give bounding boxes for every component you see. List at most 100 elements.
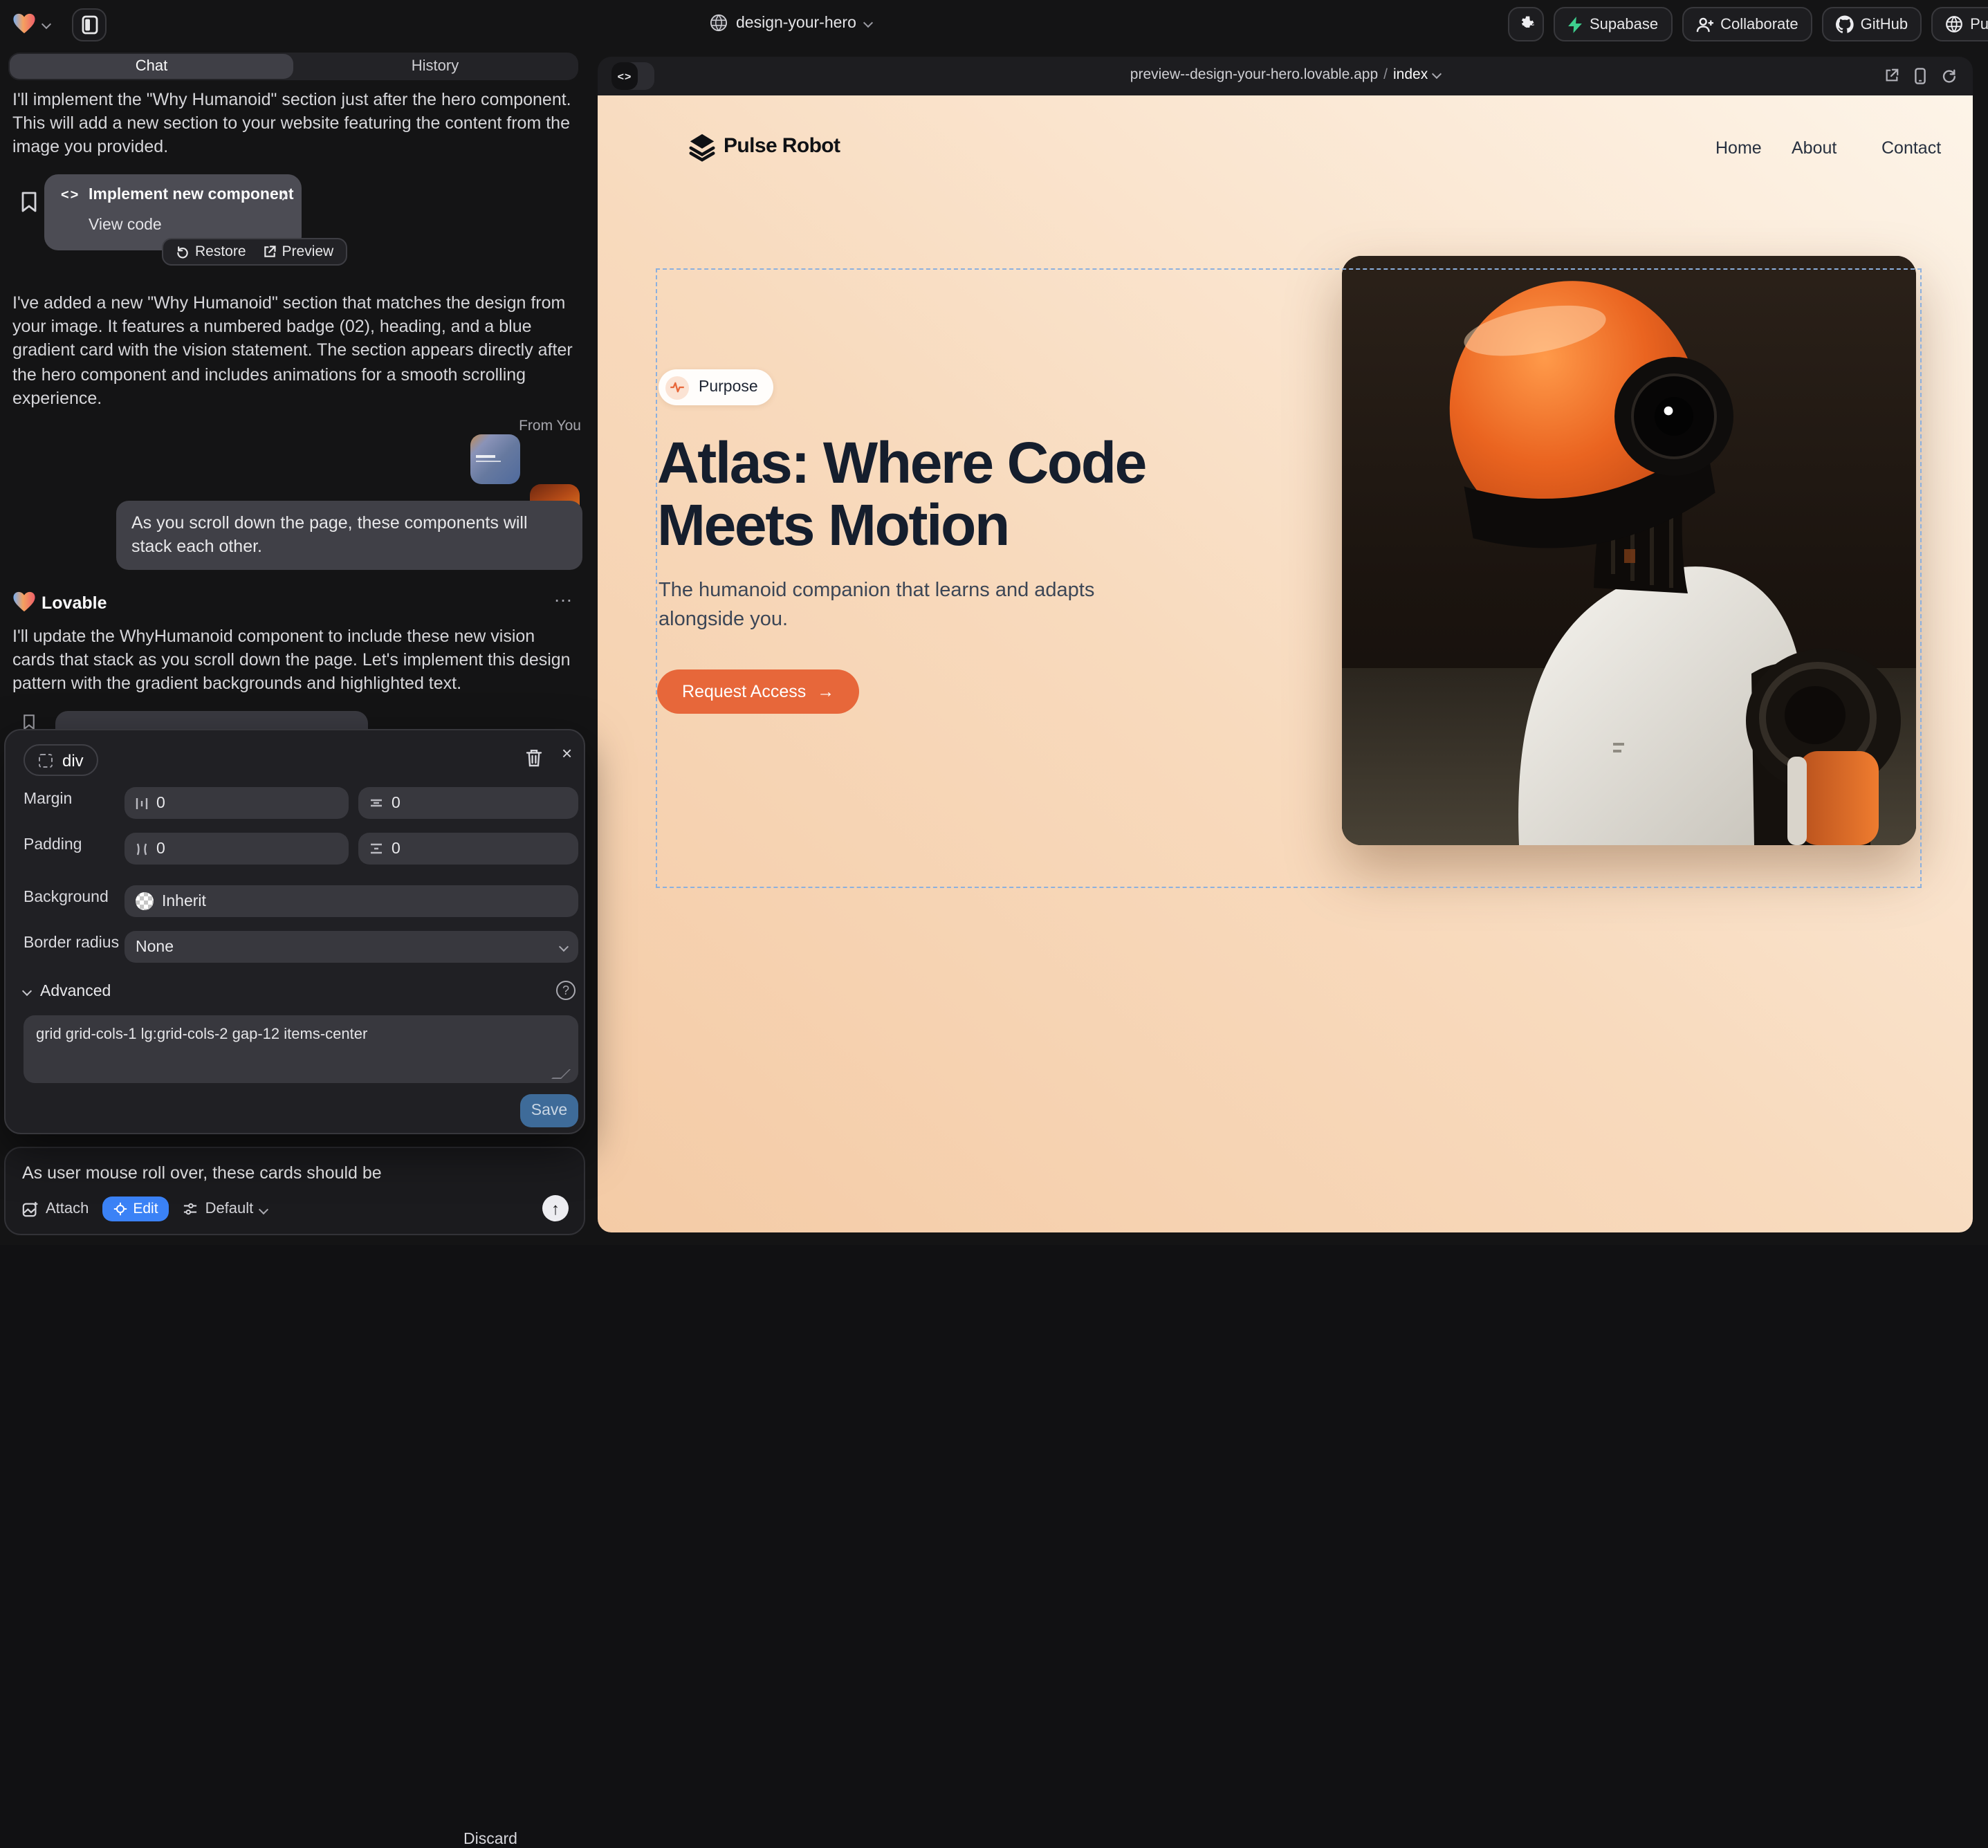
hero-subtitle: The humanoid companion that learns and a…	[659, 577, 1123, 635]
background-value: Inherit	[162, 893, 206, 909]
mobile-view-button[interactable]	[1915, 68, 1926, 84]
project-switcher[interactable]: design-your-hero	[710, 14, 872, 32]
project-name: design-your-hero	[736, 15, 856, 31]
restore-button[interactable]: Restore	[176, 243, 246, 260]
style-inspector-panel: div × Margin Padding Background Inherit	[4, 729, 585, 1134]
sliders-icon	[183, 1202, 199, 1216]
assistant-message-2: I've added a new "Why Humanoid" section …	[12, 292, 577, 411]
request-access-button[interactable]: Request Access →	[657, 669, 859, 714]
supabase-button[interactable]: Supabase	[1554, 7, 1672, 41]
supabase-icon	[1567, 16, 1583, 33]
chevron-down-icon	[863, 18, 873, 28]
thumbnail-text-line	[476, 455, 495, 457]
sidebar-toggle-button[interactable]	[72, 8, 107, 41]
attachment-thumbnail-blue[interactable]	[470, 434, 520, 484]
restore-preview-popover: Restore Preview	[162, 238, 347, 266]
sidebar-icon	[81, 15, 98, 35]
margin-label: Margin	[24, 791, 72, 808]
edit-target-icon	[113, 1202, 127, 1216]
assistant-message-1: I'll implement the "Why Humanoid" sectio…	[12, 89, 573, 160]
site-canvas: Pulse Robot Home About Contact Purpose A…	[598, 95, 1973, 1232]
margin-horizontal-icon	[136, 796, 148, 810]
bookmark-icon[interactable]	[21, 191, 37, 213]
github-button[interactable]: GitHub	[1822, 7, 1922, 41]
collaborate-button[interactable]: Collaborate	[1682, 7, 1812, 41]
advanced-section-toggle[interactable]: Advanced	[24, 983, 111, 1000]
component-card-title: Implement new component	[89, 187, 294, 203]
chat-input-box[interactable]: As user mouse roll over, these cards sho…	[4, 1147, 585, 1235]
edit-mode-button[interactable]: Edit	[102, 1196, 169, 1221]
thumbnail-text-line	[476, 460, 501, 462]
tab-chat[interactable]: Chat	[10, 54, 293, 79]
attach-button[interactable]: Attach	[22, 1201, 89, 1217]
attach-image-icon	[22, 1201, 39, 1217]
nav-about[interactable]: About	[1792, 138, 1837, 158]
publish-button[interactable]: Publish	[1931, 7, 1988, 41]
help-icon[interactable]: ?	[556, 981, 576, 1000]
margin-x-field[interactable]	[125, 787, 349, 819]
tab-history[interactable]: History	[293, 54, 577, 79]
refresh-button[interactable]	[1941, 68, 1956, 84]
margin-x-input	[156, 795, 338, 811]
assistant-message-3: I'll update the WhyHumanoid component to…	[12, 625, 577, 696]
padding-x-field[interactable]	[125, 833, 349, 865]
mode-selector[interactable]: Default	[183, 1201, 268, 1217]
settings-button[interactable]	[1508, 7, 1544, 41]
chat-input-toolbar: Attach Edit Default	[22, 1196, 267, 1221]
border-radius-value: None	[136, 939, 174, 955]
site-brand: Pulse Robot	[724, 134, 840, 158]
arrow-right-icon: →	[817, 682, 834, 701]
top-bar: design-your-hero Supabase	[0, 0, 1988, 48]
classes-textarea[interactable]: grid grid-cols-1 lg:grid-cols-2 gap-12 i…	[24, 1015, 578, 1083]
chat-input-text[interactable]: As user mouse roll over, these cards sho…	[22, 1163, 382, 1183]
padding-horizontal-icon	[136, 842, 148, 856]
discard-button[interactable]: Discard	[463, 1831, 517, 1848]
preview-button[interactable]: Preview	[263, 243, 334, 260]
margin-vertical-icon	[369, 797, 383, 809]
gear-icon	[1517, 15, 1535, 33]
robot-hero-image	[1342, 256, 1916, 845]
selected-element-chip[interactable]: div	[24, 744, 99, 776]
user-quote-bubble: As you scroll down the page, these compo…	[116, 501, 582, 571]
lovable-menu[interactable]	[12, 12, 50, 35]
github-icon	[1836, 15, 1854, 33]
project-globe-icon	[710, 14, 728, 32]
background-field[interactable]: Inherit	[125, 885, 578, 917]
open-in-new-tab-button[interactable]	[1884, 68, 1899, 84]
view-code-link[interactable]: View code	[89, 217, 162, 234]
nav-contact[interactable]: Contact	[1881, 138, 1941, 158]
topbar-actions: Supabase Collaborate GitHub	[1508, 7, 1988, 41]
pulse-icon	[665, 376, 689, 399]
publish-globe-icon	[1945, 15, 1963, 33]
chevron-down-icon	[42, 19, 51, 28]
margin-y-input	[392, 795, 567, 811]
border-radius-label: Border radius	[24, 935, 119, 952]
padding-y-field[interactable]	[358, 833, 578, 865]
preview-toolbar-actions	[1884, 68, 1956, 84]
border-radius-select[interactable]: None	[125, 931, 578, 963]
mobile-icon	[1915, 68, 1926, 84]
background-label: Background	[24, 889, 109, 906]
message-menu-button[interactable]: …	[553, 584, 574, 606]
from-you-label: From You	[0, 418, 581, 434]
chevron-down-icon	[22, 986, 32, 995]
save-button[interactable]: Save	[520, 1094, 578, 1127]
lovable-avatar-icon	[12, 591, 36, 613]
pulse-robot-logo-icon	[688, 133, 717, 162]
lovable-heart-icon	[12, 12, 36, 35]
code-icon: <>	[61, 188, 80, 203]
chat-tabbar: Chat History	[8, 53, 578, 80]
delete-element-button[interactable]	[526, 748, 542, 768]
padding-vertical-icon	[369, 842, 383, 855]
hero-heading: Atlas: Where Code Meets Motion	[657, 432, 1145, 556]
external-link-icon	[263, 245, 277, 259]
margin-y-field[interactable]	[358, 787, 578, 819]
chevron-down-icon	[559, 942, 569, 952]
send-button[interactable]: ↑	[542, 1195, 569, 1221]
close-inspector-button[interactable]: ×	[562, 743, 572, 764]
preview-url-bar[interactable]: preview--design-your-hero.lovable.app / …	[598, 66, 1973, 83]
nav-home[interactable]: Home	[1715, 138, 1762, 158]
chevron-down-icon	[259, 1204, 268, 1214]
padding-y-input	[392, 840, 567, 857]
preview-page: index	[1393, 66, 1428, 83]
